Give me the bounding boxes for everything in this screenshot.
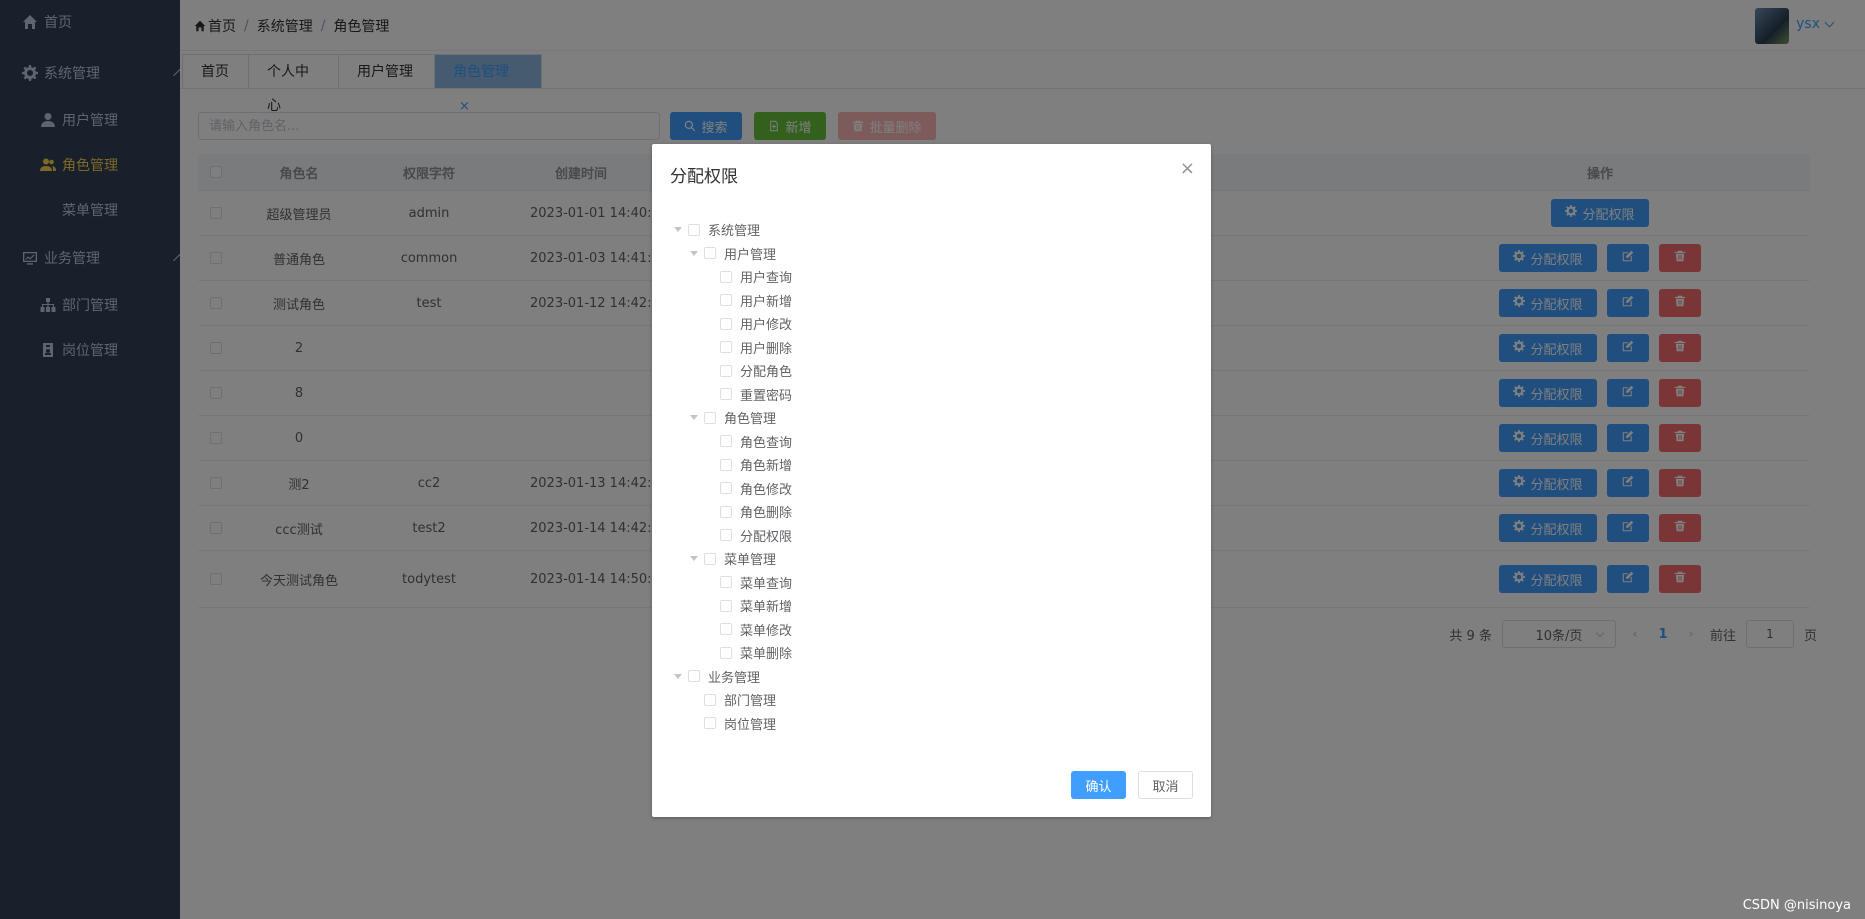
tree-node[interactable]: 部门管理 <box>674 688 1191 712</box>
tree-node[interactable]: 用户新增 <box>674 289 1191 313</box>
tree-node[interactable]: 分配权限 <box>674 524 1191 548</box>
tree-checkbox[interactable] <box>720 482 732 495</box>
tree-node-label: 菜单新增 <box>740 600 793 616</box>
tree-checkbox[interactable] <box>720 317 732 330</box>
tree-node-label: 用户查询 <box>740 271 793 287</box>
tree-checkbox[interactable] <box>688 670 700 683</box>
watermark: CSDN @nisinoya <box>1742 898 1851 913</box>
tree-node-label: 菜单删除 <box>740 647 793 663</box>
tree-node-label: 重置密码 <box>740 388 793 404</box>
tree-node[interactable]: 角色修改 <box>674 477 1191 501</box>
cancel-button[interactable]: 取消 <box>1138 771 1193 799</box>
tree-checkbox[interactable] <box>704 552 716 565</box>
tree-node[interactable]: 角色删除 <box>674 500 1191 524</box>
tree-checkbox[interactable] <box>720 623 732 636</box>
tree-node-label: 角色新增 <box>740 459 793 475</box>
tree-node[interactable]: 岗位管理 <box>674 712 1191 736</box>
tree-checkbox[interactable] <box>704 411 716 424</box>
tree-node[interactable]: 用户删除 <box>674 336 1191 360</box>
tree-checkbox[interactable] <box>720 505 732 518</box>
confirm-button[interactable]: 确认 <box>1071 771 1126 799</box>
tree-node[interactable]: 菜单修改 <box>674 618 1191 642</box>
tree-node-label: 角色管理 <box>724 412 777 428</box>
tree-node[interactable]: 用户查询 <box>674 265 1191 289</box>
caret-down-icon[interactable] <box>690 556 698 562</box>
tree-checkbox[interactable] <box>720 458 732 471</box>
tree-checkbox[interactable] <box>720 294 732 307</box>
tree-node[interactable]: 重置密码 <box>674 383 1191 407</box>
tree-checkbox[interactable] <box>720 364 732 377</box>
tree-node[interactable]: 菜单新增 <box>674 594 1191 618</box>
tree-checkbox[interactable] <box>704 693 716 706</box>
tree-node[interactable]: 角色查询 <box>674 430 1191 454</box>
tree-checkbox[interactable] <box>720 576 732 589</box>
tree-node-label: 用户修改 <box>740 318 793 334</box>
tree-checkbox[interactable] <box>720 529 732 542</box>
tree-node[interactable]: 菜单删除 <box>674 641 1191 665</box>
tree-node-label: 分配角色 <box>740 365 793 381</box>
dialog-footer: 确认 取消 <box>1071 771 1193 799</box>
tree-checkbox[interactable] <box>720 341 732 354</box>
tree-checkbox[interactable] <box>720 388 732 401</box>
tree-node-label: 角色查询 <box>740 435 793 451</box>
tree-checkbox[interactable] <box>720 599 732 612</box>
permission-tree: 系统管理用户管理用户查询用户新增用户修改用户删除分配角色重置密码角色管理角色查询… <box>674 218 1191 735</box>
tree-node-label: 分配权限 <box>740 529 793 545</box>
caret-down-icon[interactable] <box>690 415 698 421</box>
tree-checkbox[interactable] <box>704 247 716 260</box>
tree-checkbox[interactable] <box>720 270 732 283</box>
tree-node[interactable]: 角色管理 <box>674 406 1191 430</box>
caret-down-icon[interactable] <box>690 250 698 256</box>
tree-checkbox[interactable] <box>688 223 700 236</box>
close-icon[interactable]: × <box>1180 160 1195 178</box>
caret-down-icon[interactable] <box>674 673 682 679</box>
dialog-title: 分配权限 <box>670 167 738 187</box>
tree-node-label: 角色删除 <box>740 506 793 522</box>
tree-node-label: 菜单管理 <box>724 553 777 569</box>
caret-down-icon[interactable] <box>674 227 682 233</box>
tree-node-label: 用户管理 <box>724 247 777 263</box>
tree-node[interactable]: 用户修改 <box>674 312 1191 336</box>
assign-permission-dialog: 分配权限 × 系统管理用户管理用户查询用户新增用户修改用户删除分配角色重置密码角… <box>652 144 1211 817</box>
tree-node[interactable]: 菜单查询 <box>674 571 1191 595</box>
tree-node[interactable]: 用户管理 <box>674 242 1191 266</box>
tree-node[interactable]: 业务管理 <box>674 665 1191 689</box>
tree-node[interactable]: 系统管理 <box>674 218 1191 242</box>
tree-checkbox[interactable] <box>720 646 732 659</box>
tree-node-label: 岗位管理 <box>724 717 777 733</box>
tree-node-label: 系统管理 <box>708 224 761 240</box>
tree-node[interactable]: 分配角色 <box>674 359 1191 383</box>
tree-node-label: 菜单修改 <box>740 623 793 639</box>
tree-node[interactable]: 角色新增 <box>674 453 1191 477</box>
tree-node-label: 业务管理 <box>708 670 761 686</box>
tree-checkbox[interactable] <box>704 717 716 730</box>
tree-node-label: 部门管理 <box>724 694 777 710</box>
tree-node-label: 菜单查询 <box>740 576 793 592</box>
tree-node-label: 用户删除 <box>740 341 793 357</box>
tree-node-label: 用户新增 <box>740 294 793 310</box>
tree-checkbox[interactable] <box>720 435 732 448</box>
tree-node[interactable]: 菜单管理 <box>674 547 1191 571</box>
tree-node-label: 角色修改 <box>740 482 793 498</box>
